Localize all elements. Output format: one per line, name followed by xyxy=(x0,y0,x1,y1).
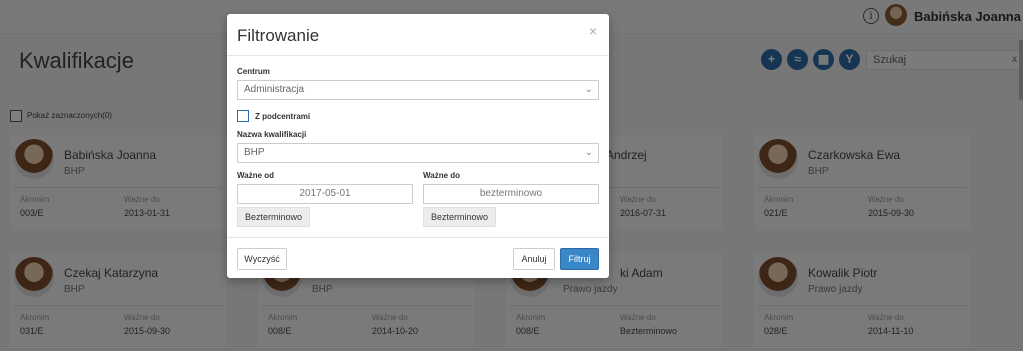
filter-button[interactable]: Filtruj xyxy=(560,248,599,270)
valid-to-indefinite-button[interactable]: Bezterminowo xyxy=(423,207,496,227)
close-icon[interactable]: × xyxy=(589,23,597,39)
qualification-select[interactable]: BHP ⌄ xyxy=(237,143,599,163)
chevron-down-icon: ⌄ xyxy=(584,84,593,95)
qualification-value: BHP xyxy=(244,147,265,158)
valid-to-input[interactable]: bezterminowo xyxy=(423,184,599,204)
centrum-select[interactable]: Administracja ⌄ xyxy=(237,80,599,100)
valid-from-indefinite-button[interactable]: Bezterminowo xyxy=(237,207,310,227)
qualification-label: Nazwa kwalifikacji xyxy=(237,130,307,139)
valid-to-label: Ważne do xyxy=(423,171,461,180)
valid-from-label: Ważne od xyxy=(237,171,275,180)
centrum-label: Centrum xyxy=(237,67,270,76)
chevron-down-icon: ⌄ xyxy=(584,147,593,158)
filter-dialog: Filtrowanie × Centrum Administracja ⌄ Z … xyxy=(227,14,609,278)
clear-button[interactable]: Wyczyść xyxy=(237,248,287,270)
centrum-value: Administracja xyxy=(244,84,305,95)
divider xyxy=(227,55,609,56)
subcenters-checkbox[interactable] xyxy=(237,110,249,122)
cancel-button[interactable]: Anuluj xyxy=(513,248,555,270)
valid-from-input[interactable]: 2017-05-01 xyxy=(237,184,413,204)
divider xyxy=(227,237,609,238)
subcenters-label: Z podcentrami xyxy=(255,112,311,121)
dialog-title: Filtrowanie xyxy=(237,26,320,45)
